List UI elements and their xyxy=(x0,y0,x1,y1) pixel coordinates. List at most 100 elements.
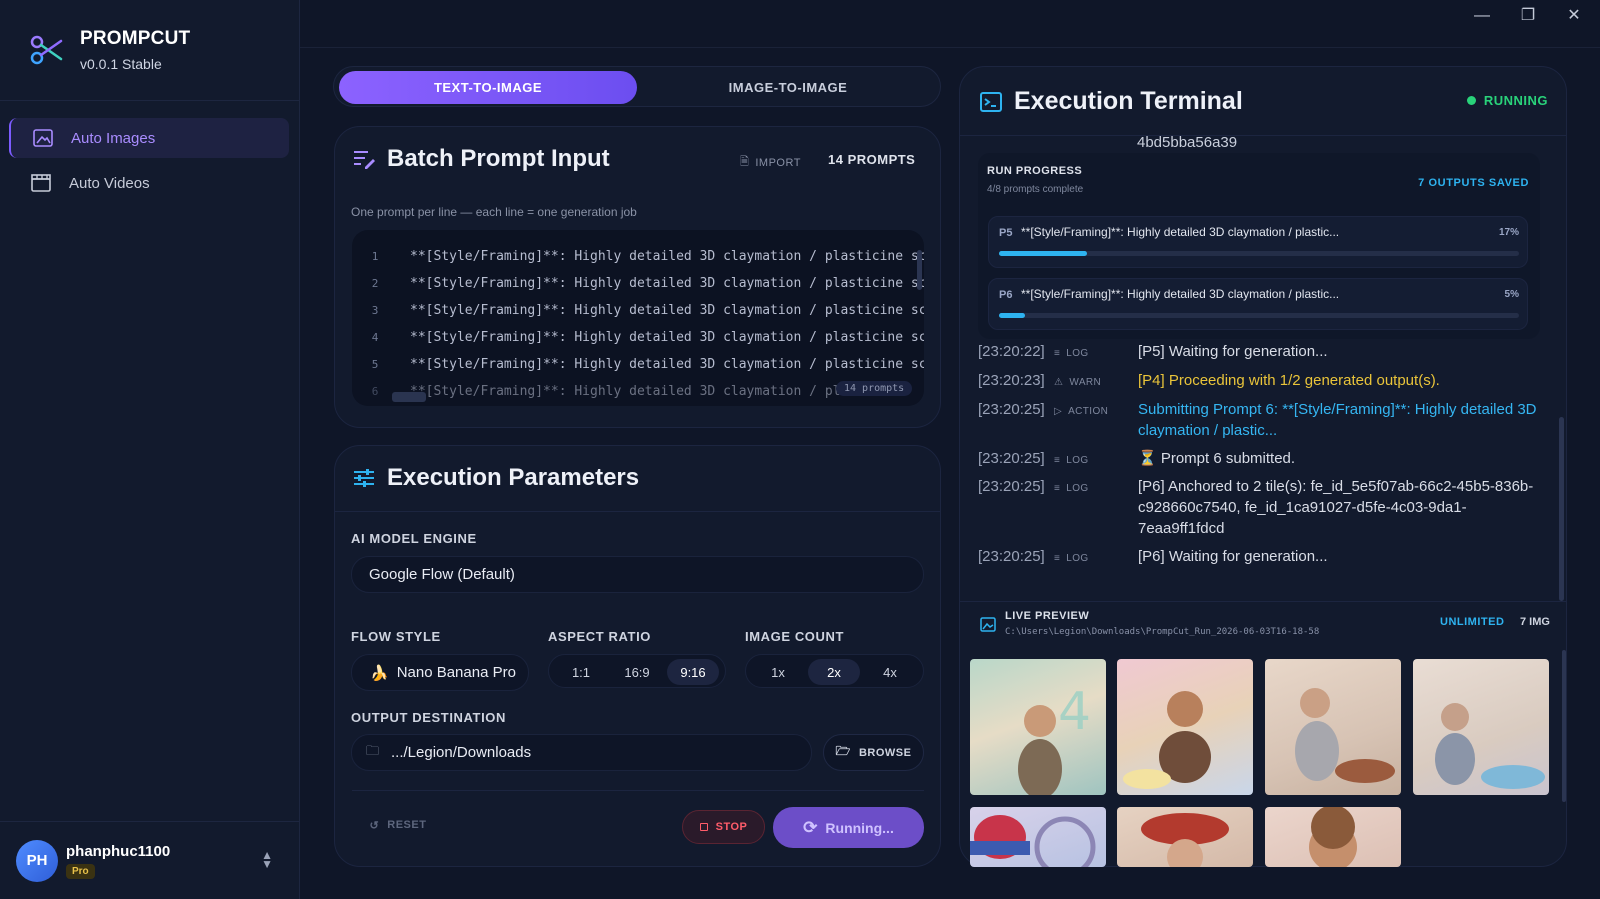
output-destination-label: OUTPUT DESTINATION xyxy=(351,710,506,725)
preview-scrollbar[interactable] xyxy=(1562,650,1566,802)
clapperboard-icon xyxy=(31,174,51,192)
prompt-tag: P5 xyxy=(999,227,1013,239)
thumbnail-image: 4 xyxy=(1018,682,1091,795)
sidebar-item-label: Auto Images xyxy=(71,129,156,147)
output-path-field[interactable]: 🗀 .../Legion/Downloads xyxy=(351,734,812,771)
preview-thumbnail[interactable] xyxy=(1413,659,1549,795)
play-icon: ▷ xyxy=(1054,406,1063,417)
sidebar-divider xyxy=(0,100,299,101)
prompt-tag: P6 xyxy=(999,289,1013,301)
sidebar-item-auto-images[interactable]: Auto Images xyxy=(9,118,289,158)
line-count-badge: 14 prompts xyxy=(836,381,913,396)
thumbnail-image xyxy=(1435,703,1545,789)
preview-thumbnail[interactable]: 4 xyxy=(970,659,1106,795)
preview-thumbnail[interactable] xyxy=(1265,659,1401,795)
progress-fill xyxy=(999,251,1088,256)
expand-updown-icon[interactable]: ▲ ▼ xyxy=(261,849,273,870)
count-option-1x[interactable]: 1x xyxy=(752,659,804,685)
close-icon[interactable]: ✕ xyxy=(1560,4,1588,28)
preview-mode: UNLIMITED xyxy=(1440,616,1505,628)
run-progress-title: RUN PROGRESS xyxy=(987,165,1083,177)
brand: PROMPCUT v0.0.1 Stable xyxy=(28,28,190,72)
minimize-icon[interactable]: — xyxy=(1468,4,1496,28)
tab-text-to-image[interactable]: TEXT-TO-IMAGE xyxy=(339,71,637,104)
avatar: PH xyxy=(16,839,58,882)
thumbnail-image xyxy=(1141,813,1229,867)
restore-icon[interactable]: ❐ xyxy=(1514,4,1542,28)
terminal-title: Execution Terminal xyxy=(980,87,1243,116)
progress-track xyxy=(999,251,1519,256)
preview-thumbnail[interactable] xyxy=(970,807,1106,867)
sidebar-item-auto-videos[interactable]: Auto Videos xyxy=(9,163,289,203)
run-progress-panel: RUN PROGRESS 4/8 prompts complete 7 OUTP… xyxy=(978,153,1540,339)
preview-thumbnail[interactable] xyxy=(1265,807,1401,867)
progress-fill xyxy=(999,313,1025,318)
flow-style-label: FLOW STYLE xyxy=(351,629,441,644)
count-option-2x[interactable]: 2x xyxy=(808,659,860,685)
progress-percent: 17% xyxy=(1498,227,1519,238)
sliders-icon xyxy=(354,469,374,487)
log-entry: [23:20:22] ≡ LOG [P5] Waiting for generat… xyxy=(978,341,1538,365)
stop-button[interactable]: STOP xyxy=(682,810,765,844)
terminal-scrollbar[interactable] xyxy=(1559,417,1564,601)
lines-icon: ≡ xyxy=(1054,553,1061,564)
execution-parameters-title: Execution Parameters xyxy=(353,464,639,492)
thumbnail-image xyxy=(1309,807,1357,867)
log-entry: [23:20:25] ≡ LOG [P6] Anchored to 2 tile(… xyxy=(978,478,1534,537)
engine-select[interactable]: Google Flow (Default) xyxy=(351,556,924,593)
preview-thumbnail[interactable] xyxy=(1117,659,1253,795)
refresh-spinner-icon: ⟳ xyxy=(803,817,818,837)
preview-thumbnail[interactable] xyxy=(1117,807,1253,867)
aspect-ratio-label: ASPECT RATIO xyxy=(548,629,652,644)
flow-style-select[interactable]: 🍌 Nano Banana Pro xyxy=(351,654,529,691)
status-dot-icon xyxy=(1466,96,1476,105)
list-edit-icon xyxy=(354,151,375,169)
card-divider xyxy=(334,511,941,512)
editor-line: 2 **[Style/Framing]**: Highly detailed 3D… xyxy=(371,276,924,291)
user-profile[interactable]: PH phanphuc1100 Pro ▲ ▼ xyxy=(0,821,299,899)
import-button[interactable]: 🗎 IMPORT xyxy=(740,153,801,172)
stop-icon xyxy=(699,823,708,831)
actions-divider xyxy=(352,790,924,791)
tab-image-to-image[interactable]: IMAGE-TO-IMAGE xyxy=(639,71,937,104)
editor-scrollbar[interactable] xyxy=(917,250,922,290)
run-progress-sub: 4/8 prompts complete xyxy=(987,184,1084,195)
lines-icon: ≡ xyxy=(1054,348,1061,359)
terminal-divider xyxy=(960,135,1566,136)
title-bar: — ❐ ✕ xyxy=(300,0,1600,48)
live-preview-title: LIVE PREVIEW xyxy=(1005,610,1090,622)
app-version: v0.0.1 Stable xyxy=(80,56,162,72)
image-icon xyxy=(33,129,53,147)
lines-icon: ≡ xyxy=(1054,455,1061,466)
browse-button[interactable]: 🗁 BROWSE xyxy=(823,734,924,771)
log-entry: [23:20:25] ▷ ACTION Submitting Prompt 6: … xyxy=(978,401,1537,439)
aspect-option-16-9[interactable]: 16:9 xyxy=(611,659,663,685)
editor-line: 6 **[Style/Framing]**: Highly detailed 3D… xyxy=(371,384,864,399)
editor-line: 5 **[Style/Framing]**: Highly detailed 3D… xyxy=(371,357,924,372)
prompt-count: 14 PROMPTS xyxy=(828,152,916,167)
prompt-editor[interactable]: 1 **[Style/Framing]**: Highly detailed 3D… xyxy=(352,230,924,406)
engine-label: AI MODEL ENGINE xyxy=(351,531,477,546)
terminal-icon xyxy=(980,91,1002,112)
live-preview-header: LIVE PREVIEW C:\Users\Legion\Downloads\P… xyxy=(960,601,1566,647)
folder-icon: 🗀 xyxy=(366,742,380,758)
run-status: RUNNING xyxy=(1466,93,1548,108)
image-icon xyxy=(980,617,996,632)
banana-icon: 🍌 xyxy=(370,664,389,682)
progress-percent: 5% xyxy=(1504,289,1519,300)
aspect-option-1-1[interactable]: 1:1 xyxy=(555,659,607,685)
editor-line: 3 **[Style/Framing]**: Highly detailed 3D… xyxy=(371,303,924,318)
plan-badge: Pro xyxy=(66,863,95,879)
preview-count: 7 IMG xyxy=(1520,616,1550,628)
progress-track xyxy=(999,313,1519,318)
count-option-4x[interactable]: 4x xyxy=(864,659,916,685)
thumbnail-image xyxy=(1123,691,1211,789)
aspect-option-9-16[interactable]: 9:16 xyxy=(667,659,719,685)
prompt-text: **[Style/Framing]**: Highly detailed 3D … xyxy=(1021,225,1340,239)
run-hash: 4bd5bba56a39 xyxy=(1137,134,1238,151)
reset-button[interactable]: ↺ RESET xyxy=(358,808,438,842)
editor-hscrollbar[interactable] xyxy=(392,392,426,402)
editor-line: 1 **[Style/Framing]**: Highly detailed 3D… xyxy=(371,249,924,264)
run-button[interactable]: ⟳ Running... xyxy=(773,807,924,848)
image-count-selector: 1x 2x 4x xyxy=(745,654,924,688)
